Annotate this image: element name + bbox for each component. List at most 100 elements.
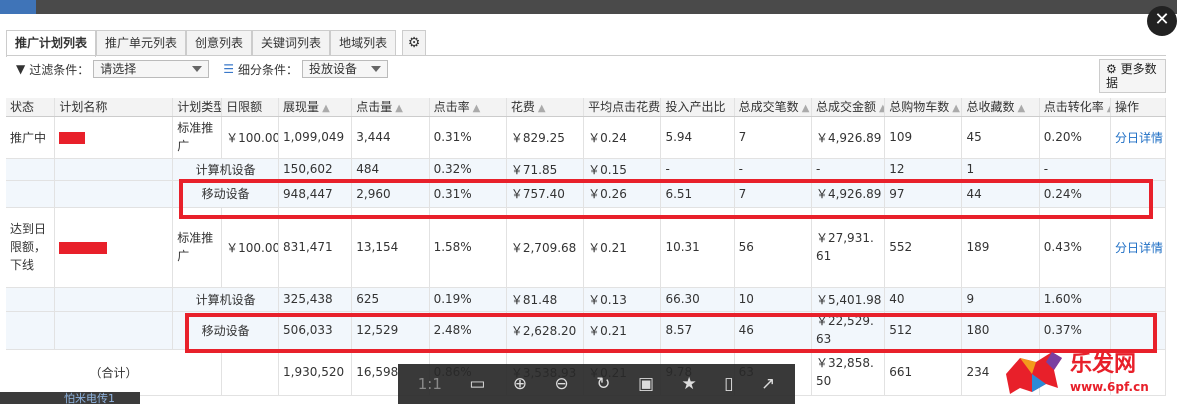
segment-select[interactable]: 投放设备 [302, 60, 389, 78]
tab-divider [6, 55, 1166, 56]
table-row: 移动设备 506,033 12,529 2.48% ￥2,628.20 ￥0.2… [6, 311, 1167, 350]
cpc: ￥0.24 [583, 116, 662, 159]
plan-type: 标准推广 [172, 207, 223, 288]
tab-region-list[interactable]: 地域列表 [330, 30, 397, 56]
carts: 12 [884, 158, 963, 181]
chevron-down-icon [371, 66, 382, 72]
ctr: 0.31% [429, 180, 507, 208]
daily-detail-link[interactable]: 分日详情 [1110, 207, 1167, 288]
fit-window-icon[interactable]: ▭ [469, 374, 485, 394]
col-ctr-label: 点击率 [433, 100, 470, 115]
roi: 66.30 [660, 287, 735, 312]
top-bar [0, 0, 1177, 14]
cpc: ￥0.26 [583, 180, 662, 208]
status: 达到日限额，下线 [6, 207, 56, 288]
tab-creative-list[interactable]: 创意列表 [186, 30, 253, 56]
filter-select-value: 请选择 [100, 62, 137, 76]
col-cost-label: 花费 [510, 100, 535, 115]
orders: 56 [734, 207, 812, 288]
cpc: ￥0.13 [583, 287, 662, 312]
col-orders[interactable]: 总成交笔数 ▲ [734, 98, 812, 117]
cpc: ￥0.15 [583, 158, 662, 181]
plan-name[interactable] [54, 116, 174, 159]
table-row: 计算机设备 150,602 484 0.32% ￥71.85 ￥0.15 - -… [6, 158, 1167, 181]
segment-select-value: 投放设备 [309, 62, 358, 76]
daily-detail-link[interactable]: 分日详情 [1110, 116, 1167, 159]
cost: ￥2,628.20 [506, 311, 585, 350]
col-favs[interactable]: 总收藏数 ▲ [961, 98, 1040, 117]
tab-campaign-list[interactable]: 推广计划列表 [6, 30, 97, 57]
col-carts[interactable]: 总购物车数 ▲ [884, 98, 963, 117]
more-data-button[interactable]: ⚙ 更多数据 [1099, 59, 1166, 93]
filter-select[interactable]: 请选择 [93, 60, 210, 78]
plan-name[interactable] [54, 207, 174, 288]
col-clicks[interactable]: 点击量 ▲ [351, 98, 430, 117]
clicks: 625 [351, 287, 430, 312]
share-icon[interactable]: ↗ [761, 374, 775, 394]
campaign-table: 状态 计划名称 计划类型 日限额 展现量 ▲ 点击量 ▲ 点击率 ▲ 花费 ▲ 平均点击… [6, 98, 1167, 396]
carts: 552 [884, 207, 963, 288]
clicks: 12,529 [351, 311, 430, 350]
favs: 44 [961, 180, 1040, 208]
sort-icon: ▲ [952, 103, 960, 115]
background-text: 怕米电传1 [64, 392, 115, 404]
carts: 97 [884, 180, 963, 208]
carts: 40 [884, 287, 963, 312]
roi: 10.31 [660, 207, 735, 288]
clicks: 13,154 [351, 207, 430, 288]
top-bar-accent [0, 0, 36, 14]
sort-icon: ▲ [1107, 103, 1110, 114]
ctr: 1.58% [429, 207, 507, 288]
zoom-out-icon[interactable]: ⊖ [555, 374, 569, 394]
zoom-in-icon[interactable]: ⊕ [513, 374, 527, 394]
tab-keyword-list[interactable]: 关键词列表 [252, 30, 331, 56]
bookmark-icon[interactable]: ★ [681, 374, 696, 394]
close-icon[interactable]: ✕ [1147, 6, 1177, 36]
favs: 1 [961, 158, 1040, 181]
gmv: ￥32,858.50 [811, 349, 886, 396]
cvr: 0.20% [1039, 116, 1111, 159]
plan-type: 标准推广 [172, 116, 223, 159]
rotate-icon[interactable]: ↻ [596, 374, 610, 394]
actual-size-button[interactable]: 1:1 [418, 374, 442, 394]
table-row: 推广中 标准推广 ￥100.00 1,099,049 3,444 0.31% ￥… [6, 116, 1167, 159]
col-action: 操作 [1110, 98, 1167, 117]
cvr: 0.24% [1039, 180, 1111, 208]
cvr: - [1039, 158, 1111, 181]
col-clicks-label: 点击量 [356, 100, 393, 115]
gmv: - [811, 158, 886, 181]
col-plan-type: 计划类型 [172, 98, 223, 117]
sort-icon: ▲ [322, 103, 330, 115]
favs: 45 [961, 116, 1040, 159]
tab-unit-list[interactable]: 推广单元列表 [96, 30, 187, 56]
col-carts-label: 总购物车数 [889, 100, 950, 115]
phone-icon[interactable]: ▯ [724, 374, 733, 394]
ctr: 2.48% [429, 311, 507, 350]
orders: 7 [734, 180, 812, 208]
col-cpc: 平均点击花费 [583, 98, 662, 117]
col-cost[interactable]: 花费 ▲ [506, 98, 585, 117]
gear-icon: ⚙ [1106, 62, 1117, 76]
col-gmv[interactable]: 总成交金额▲ [811, 98, 886, 117]
sort-icon: ▲ [537, 103, 546, 115]
device: 计算机设备 [172, 287, 280, 312]
col-impressions[interactable]: 展现量 ▲ [278, 98, 353, 117]
col-ctr[interactable]: 点击率 ▲ [429, 98, 507, 117]
watermark-logo: 乐发网 www.6pf.cn [1000, 340, 1177, 404]
cost: ￥71.85 [506, 158, 585, 181]
col-status: 状态 [6, 98, 56, 117]
col-orders-label: 总成交笔数 [738, 100, 799, 115]
tab-bar: 推广计划列表 推广单元列表 创意列表 关键词列表 地域列表 ⚙ [6, 30, 427, 57]
list-icon: ☰ [223, 62, 235, 76]
table-row: 计算机设备 325,438 625 0.19% ￥81.48 ￥0.13 66.… [6, 287, 1167, 312]
save-icon[interactable]: ▣ [638, 374, 654, 394]
clicks: 484 [351, 158, 430, 181]
carts: 661 [884, 349, 963, 396]
impressions: 506,033 [278, 311, 353, 350]
background-strip: 怕米电传1 [0, 392, 140, 404]
cost: ￥829.25 [506, 116, 585, 159]
impressions: 948,447 [278, 180, 353, 208]
col-cvr[interactable]: 点击转化率▲ [1039, 98, 1111, 117]
gear-icon[interactable]: ⚙ [402, 30, 427, 56]
sort-icon: ▲ [879, 103, 884, 114]
